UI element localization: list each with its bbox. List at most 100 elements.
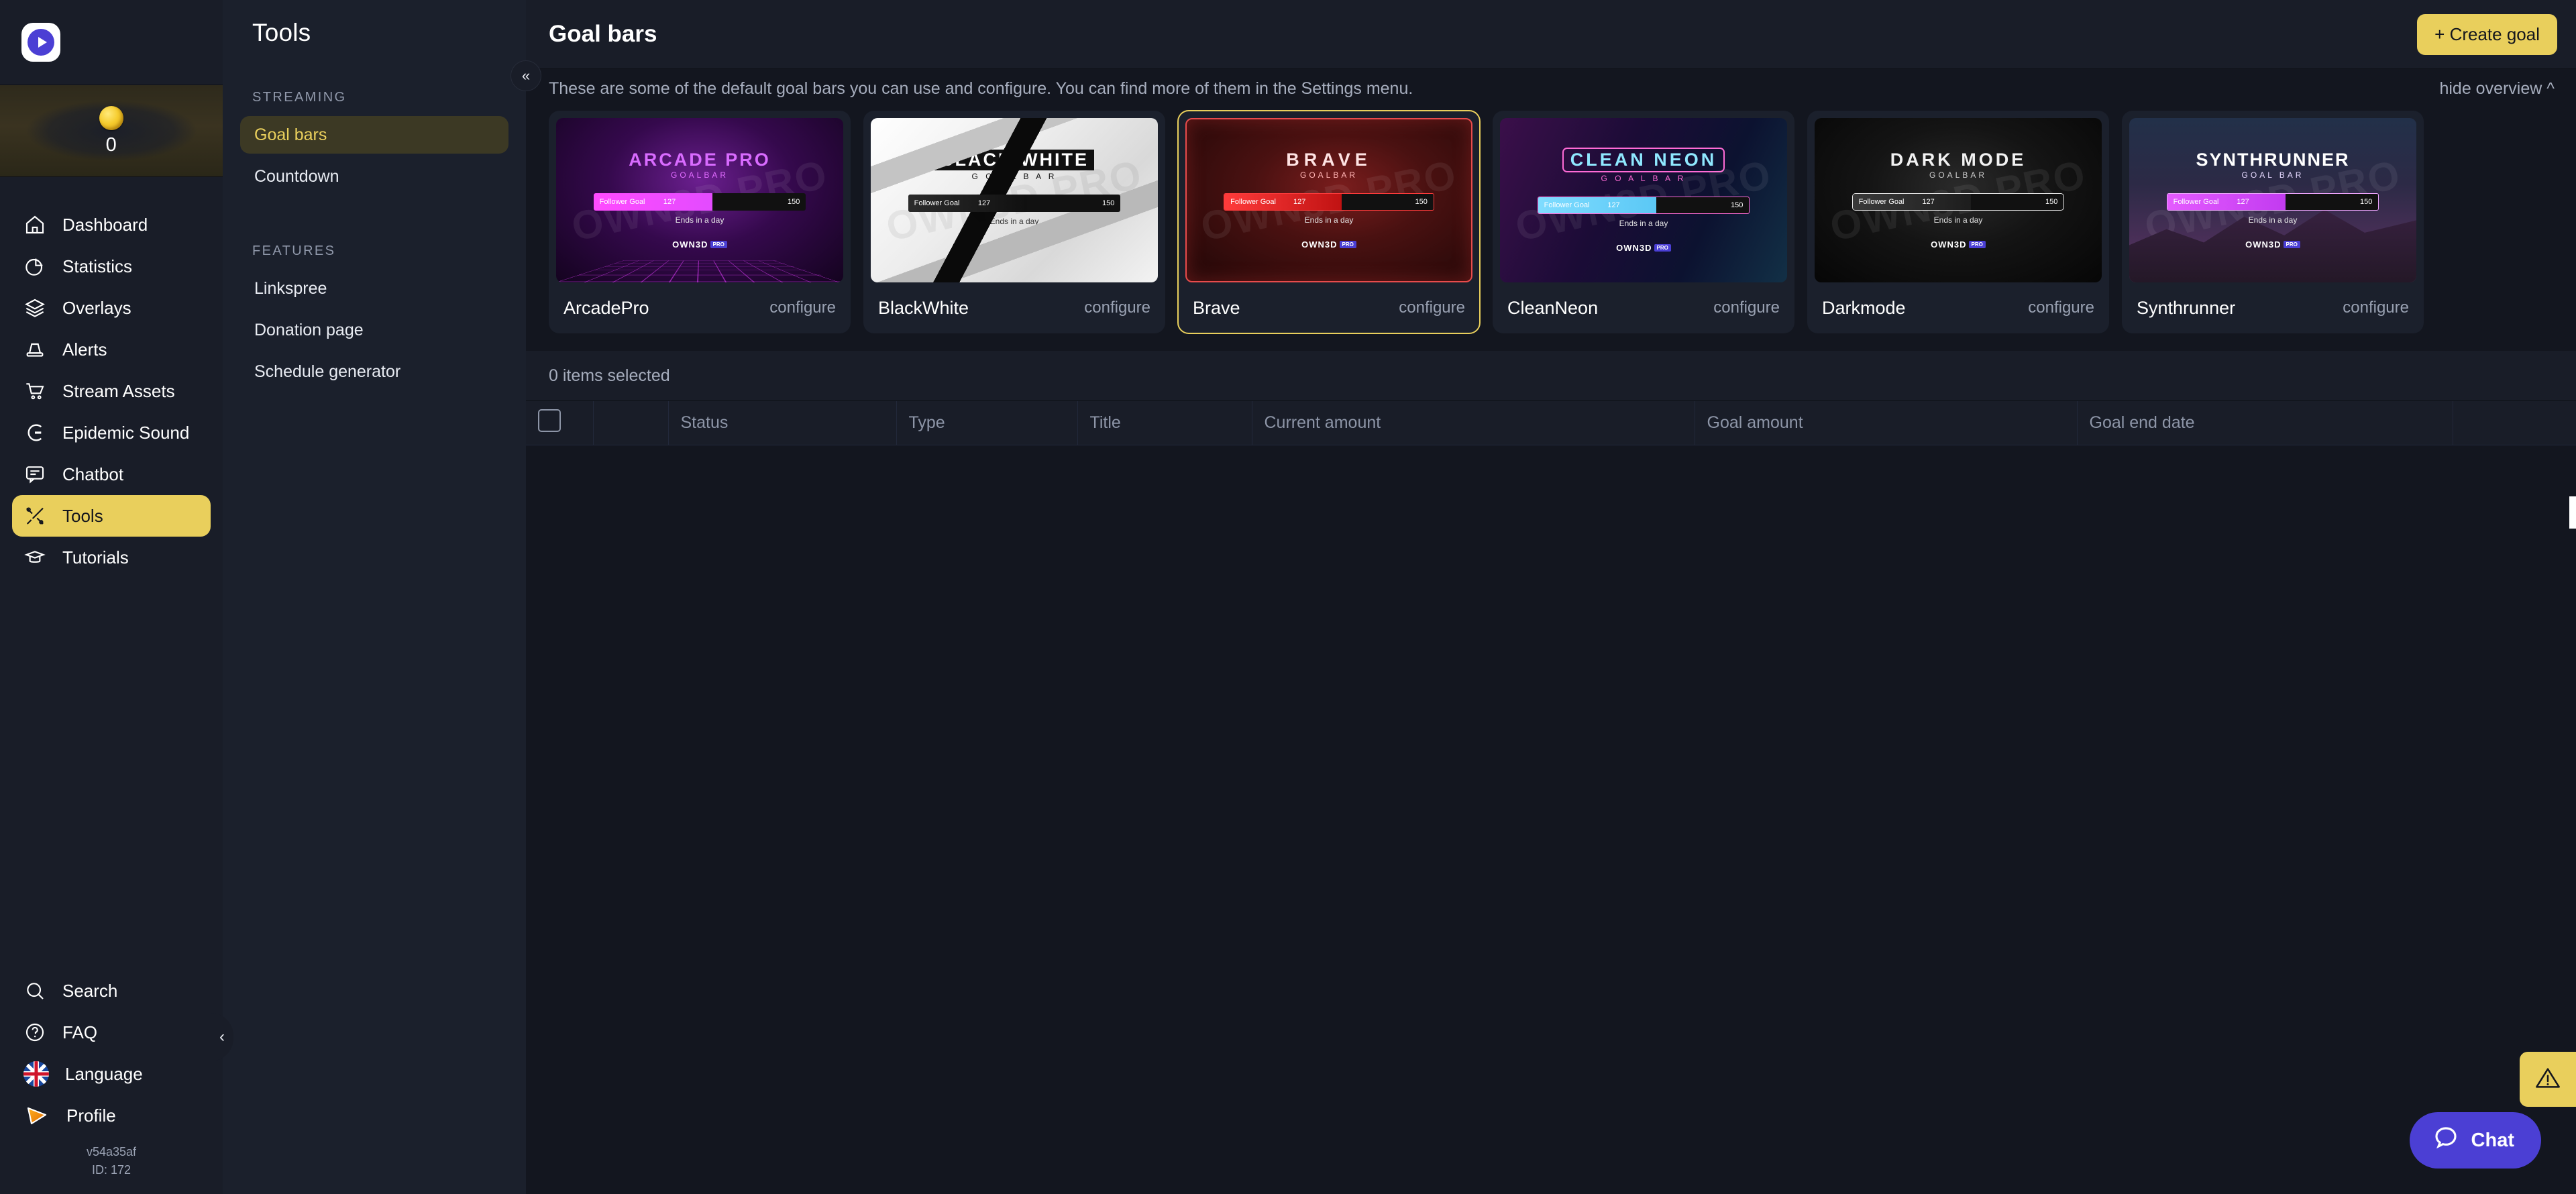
goal-bar-label: Follower Goal	[1538, 201, 1590, 209]
configure-link[interactable]: configure	[1713, 298, 1780, 317]
tools-item-countdown[interactable]: Countdown	[240, 158, 508, 195]
column-actions	[2453, 401, 2576, 445]
sidebar-item-label: Tutorials	[62, 547, 129, 568]
sidebar-item-label: Alerts	[62, 339, 107, 360]
goal-bar-ends: Ends in a day	[990, 217, 1039, 226]
goal-bar-ends: Ends in a day	[1934, 215, 1983, 225]
theme-name: Synthrunner	[2137, 298, 2235, 319]
configure-link[interactable]: configure	[1399, 298, 1465, 317]
theme-preview-synthrunner: OWN3D PRO SYNTHRUNNER GOAL BAR Follower …	[2129, 118, 2416, 282]
column-status[interactable]: Status	[668, 401, 896, 445]
coin-balance[interactable]: 0	[0, 85, 223, 177]
sidebar-item-statistics[interactable]: Statistics	[12, 246, 211, 287]
sidebar-item-search[interactable]: Search	[12, 970, 211, 1012]
sidebar-item-stream-assets[interactable]: Stream Assets	[12, 370, 211, 412]
panel-collapse-button[interactable]: «	[511, 60, 541, 91]
sidebar-item-label: Stream Assets	[62, 381, 175, 402]
brand-badge: OWN3D PRO	[1616, 243, 1671, 253]
brand-tag: PRO	[1969, 241, 1986, 248]
main-content: « Goal bars + Create goal These are some…	[526, 0, 2576, 1194]
coin-value: 0	[106, 134, 117, 156]
home-icon	[23, 213, 46, 236]
select-all-checkbox[interactable]	[538, 409, 561, 432]
column-type[interactable]: Type	[896, 401, 1077, 445]
configure-link[interactable]: configure	[1084, 298, 1150, 317]
sidebar-item-epidemic-sound[interactable]: Epidemic Sound	[12, 412, 211, 453]
sidebar-spacer	[0, 578, 223, 970]
brand-badge: OWN3D PRO	[672, 239, 727, 250]
goal-bar-current: 127	[978, 199, 990, 207]
app-root: 0 Dashboard Statistics Overlays Alerts	[0, 0, 2576, 1194]
chevrons-left-icon: «	[522, 67, 530, 85]
brand-name: OWN3D	[1931, 239, 1966, 250]
sidebar-item-alerts[interactable]: Alerts	[12, 329, 211, 370]
vertical-scrollbar-thumb[interactable]	[2569, 496, 2576, 529]
theme-card-footer: Synthrunner configure	[2129, 282, 2416, 333]
table-header-row: Status Type Title Current amount Goal am…	[526, 401, 2576, 445]
app-version: v54a35af	[0, 1143, 223, 1161]
theme-card-blackwhite[interactable]: OWN3D PRO BLACK WHITE G O A L B A R Foll…	[863, 111, 1165, 333]
preview-goal-bar: Follower Goal 127 150	[1224, 193, 1434, 211]
sidebar-item-faq[interactable]: FAQ	[12, 1012, 211, 1053]
warning-button[interactable]	[2520, 1052, 2576, 1107]
preview-goal-bar: Follower Goal 127 150	[2167, 193, 2379, 211]
goal-bar-ends: Ends in a day	[1305, 215, 1354, 225]
app-logo[interactable]	[0, 0, 223, 85]
tools-item-donation-page[interactable]: Donation page	[240, 311, 508, 349]
chat-bubble-icon	[23, 463, 46, 486]
theme-name: Brave	[1193, 298, 1240, 319]
brand-name: OWN3D	[672, 239, 708, 250]
tools-item-label: Schedule generator	[254, 362, 400, 382]
column-current-amount[interactable]: Current amount	[1252, 401, 1695, 445]
chat-label: Chat	[2471, 1130, 2514, 1152]
configure-link[interactable]: configure	[2028, 298, 2094, 317]
sidebar-item-language[interactable]: Language	[12, 1053, 211, 1095]
question-circle-icon	[23, 1021, 46, 1044]
goal-bar-ends: Ends in a day	[1619, 219, 1668, 228]
chat-button[interactable]: Chat	[2410, 1112, 2541, 1169]
brand-name: OWN3D	[1616, 243, 1652, 253]
sidebar-item-label: Profile	[66, 1105, 116, 1126]
epidemic-icon	[23, 421, 46, 444]
brand-name: OWN3D	[2245, 239, 2281, 250]
sidebar-item-overlays[interactable]: Overlays	[12, 287, 211, 329]
brand-badge: OWN3D PRO	[987, 241, 1042, 251]
theme-card-synthrunner[interactable]: OWN3D PRO SYNTHRUNNER GOAL BAR Follower …	[2122, 111, 2424, 333]
column-title[interactable]: Title	[1077, 401, 1252, 445]
brand-badge: OWN3D PRO	[1301, 239, 1356, 250]
sidebar-item-chatbot[interactable]: Chatbot	[12, 453, 211, 495]
coin-icon	[99, 106, 123, 130]
tools-item-schedule-generator[interactable]: Schedule generator	[240, 353, 508, 390]
configure-link[interactable]: configure	[2343, 298, 2409, 317]
theme-name: Darkmode	[1822, 298, 1906, 319]
graduation-cap-icon	[23, 546, 46, 569]
tools-item-linkspree[interactable]: Linkspree	[240, 270, 508, 307]
theme-card-cleanneon[interactable]: OWN3D PRO CLEAN NEON G O A L B A R Follo…	[1493, 111, 1794, 333]
app-version-block: v54a35af ID: 172	[0, 1136, 223, 1179]
theme-preview-darkmode: OWN3D PRO DARK MODE GOALBAR Follower Goa…	[1815, 118, 2102, 282]
theme-card-footer: BlackWhite configure	[871, 282, 1158, 333]
column-goal-end-date[interactable]: Goal end date	[2077, 401, 2453, 445]
sidebar-item-profile[interactable]: Profile	[12, 1095, 211, 1136]
tools-group-label-streaming: STREAMING	[240, 47, 508, 112]
sidebar-item-label: Chatbot	[62, 464, 123, 485]
tools-item-goal-bars[interactable]: Goal bars	[240, 116, 508, 154]
sidebar-item-dashboard[interactable]: Dashboard	[12, 204, 211, 246]
configure-link[interactable]: configure	[769, 298, 836, 317]
create-goal-button[interactable]: + Create goal	[2417, 14, 2557, 55]
column-goal-amount[interactable]: Goal amount	[1695, 401, 2077, 445]
theme-card-brave[interactable]: OWN3D PRO BRAVE GOALBAR Follower Goal 12…	[1178, 111, 1480, 333]
tools-item-label: Goal bars	[254, 125, 327, 145]
hide-overview-toggle[interactable]: hide overview ^	[2439, 79, 2555, 99]
goal-bar-current: 127	[2237, 198, 2249, 206]
theme-card-darkmode[interactable]: OWN3D PRO DARK MODE GOALBAR Follower Goa…	[1807, 111, 2109, 333]
goal-bar-theme-cards: OWN3D PRO ARCADE PRO GOALBAR Follower Go…	[526, 111, 2576, 333]
goal-bar-goal: 150	[1102, 199, 1120, 207]
theme-card-arcadepro[interactable]: OWN3D PRO ARCADE PRO GOALBAR Follower Go…	[549, 111, 851, 333]
theme-preview-arcadepro: OWN3D PRO ARCADE PRO GOALBAR Follower Go…	[556, 118, 843, 282]
primary-sidebar: 0 Dashboard Statistics Overlays Alerts	[0, 0, 223, 1194]
theme-name: ArcadePro	[564, 298, 649, 319]
sidebar-item-tutorials[interactable]: Tutorials	[12, 537, 211, 578]
sidebar-item-tools[interactable]: Tools	[12, 495, 211, 537]
brand-badge: OWN3D PRO	[1931, 239, 1986, 250]
